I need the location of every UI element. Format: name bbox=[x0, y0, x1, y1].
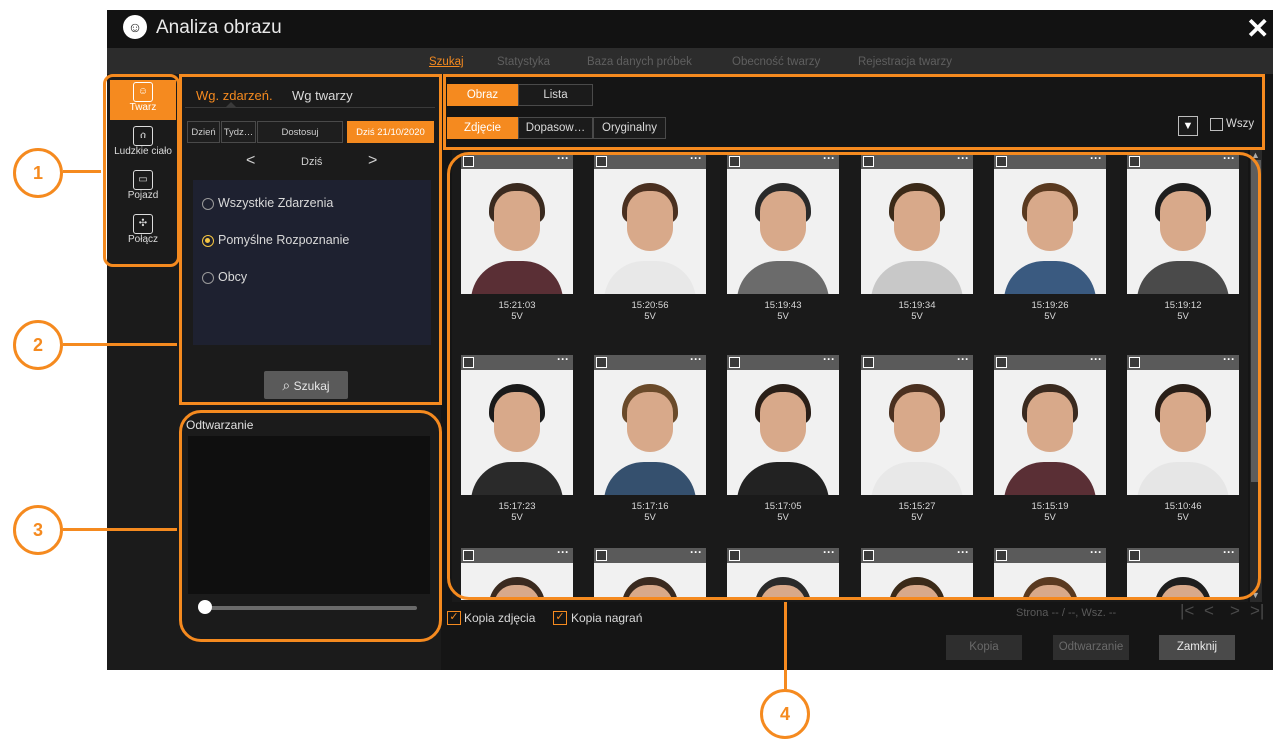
playback-button[interactable]: Odtwarzanie bbox=[1053, 635, 1129, 660]
callout-4: 4 bbox=[760, 689, 810, 739]
title-bar bbox=[107, 10, 1273, 48]
annotation-box-results-toolbar bbox=[443, 74, 1265, 150]
callout-2: 2 bbox=[13, 320, 63, 370]
tab-baza-probek[interactable]: Baza danych próbek bbox=[587, 56, 692, 68]
next-page-icon[interactable]: > bbox=[1230, 601, 1240, 621]
copy-recording-checkbox[interactable]: ✓ bbox=[553, 611, 567, 625]
callout-3-arrow bbox=[63, 528, 177, 531]
copy-button[interactable]: Kopia bbox=[946, 635, 1022, 660]
last-page-icon[interactable]: >| bbox=[1250, 601, 1264, 621]
callout-2-arrow bbox=[63, 343, 177, 346]
callout-3: 3 bbox=[13, 505, 63, 555]
tab-obecnosc-twarzy[interactable]: Obecność twarzy bbox=[732, 56, 820, 68]
callout-1-arrow bbox=[63, 170, 101, 173]
annotation-box-2 bbox=[179, 74, 442, 405]
callout-1: 1 bbox=[13, 148, 63, 198]
tab-rejestracja-twarzy[interactable]: Rejestracja twarzy bbox=[858, 56, 952, 68]
first-page-icon[interactable]: |< bbox=[1180, 601, 1194, 621]
app-logo-icon: ☺ bbox=[123, 15, 147, 39]
callout-4-arrow bbox=[784, 602, 787, 689]
copy-photo-label: Kopia zdjęcia bbox=[464, 611, 536, 625]
copy-photo-checkbox[interactable]: ✓ bbox=[447, 611, 461, 625]
annotation-box-4 bbox=[447, 152, 1261, 600]
tab-statystyka[interactable]: Statystyka bbox=[497, 56, 550, 68]
tab-szukaj[interactable]: Szukaj bbox=[429, 56, 464, 68]
close-button[interactable]: Zamknij bbox=[1159, 635, 1235, 660]
copy-recording-label: Kopia nagrań bbox=[571, 611, 643, 625]
prev-page-icon[interactable]: < bbox=[1204, 601, 1214, 621]
annotation-box-3 bbox=[179, 410, 442, 642]
close-icon[interactable]: ✕ bbox=[1246, 12, 1269, 45]
page-info: Strona -- / --, Wsz. -- bbox=[1016, 607, 1117, 619]
window-title: Analiza obrazu bbox=[156, 17, 282, 38]
annotation-box-1 bbox=[103, 74, 180, 267]
